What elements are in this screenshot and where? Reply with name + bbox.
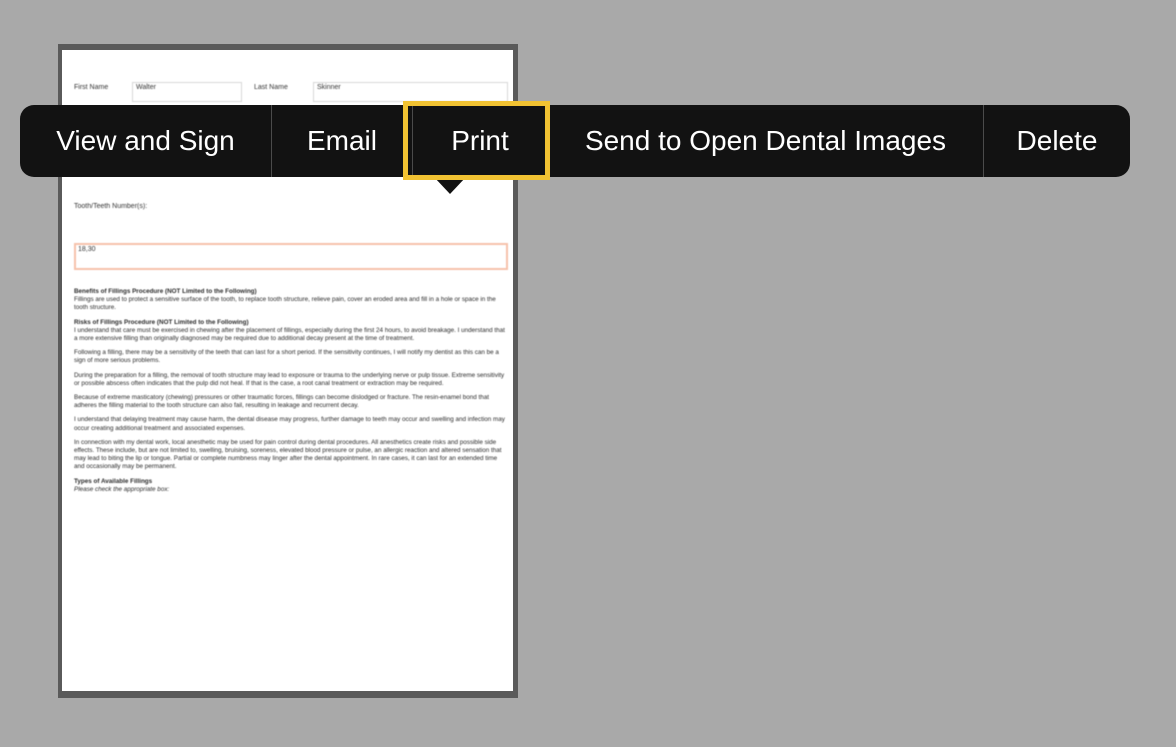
risks-paragraph: During the preparation for a filling, th… — [74, 371, 505, 387]
last-name-label: Last Name — [254, 84, 288, 91]
email-button[interactable]: Email — [272, 105, 412, 177]
teeth-number-field: 18,30 — [74, 243, 508, 270]
teeth-number-label: Tooth/Teeth Number(s): — [74, 203, 148, 210]
risks-paragraph: I understand that care must be exercised… — [74, 326, 505, 343]
risks-paragraph: Because of extreme masticatory (chewing)… — [74, 394, 489, 410]
menu-pointer-arrow — [434, 177, 466, 194]
risks-heading: Risks of Fillings Procedure (NOT Limited… — [74, 318, 249, 326]
send-to-open-dental-images-button[interactable]: Send to Open Dental Images — [548, 105, 983, 177]
view-and-sign-button[interactable]: View and Sign — [20, 105, 271, 177]
types-heading: Types of Available Fillings — [74, 477, 153, 485]
delete-button[interactable]: Delete — [984, 105, 1130, 177]
last-name-field: Skinner — [313, 82, 508, 102]
first-name-field: Walter — [132, 82, 242, 102]
benefits-paragraph: Fillings are used to protect a sensitive… — [74, 296, 496, 312]
types-subtext: Please check the appropriate box: — [74, 485, 170, 493]
risks-paragraph: In connection with my dental work, local… — [74, 438, 502, 471]
print-button[interactable]: Print — [413, 105, 547, 177]
first-name-label: First Name — [74, 84, 109, 91]
benefits-heading: Benefits of Fillings Procedure (NOT Limi… — [74, 288, 257, 295]
risks-paragraph: I understand that delaying treatment may… — [74, 416, 505, 432]
consent-text: Benefits of Fillings Procedure (NOT Limi… — [74, 288, 506, 494]
context-menu: View and Sign Email Print Send to Open D… — [20, 105, 1130, 177]
risks-paragraph: Following a filling, there may be a sens… — [74, 349, 499, 365]
